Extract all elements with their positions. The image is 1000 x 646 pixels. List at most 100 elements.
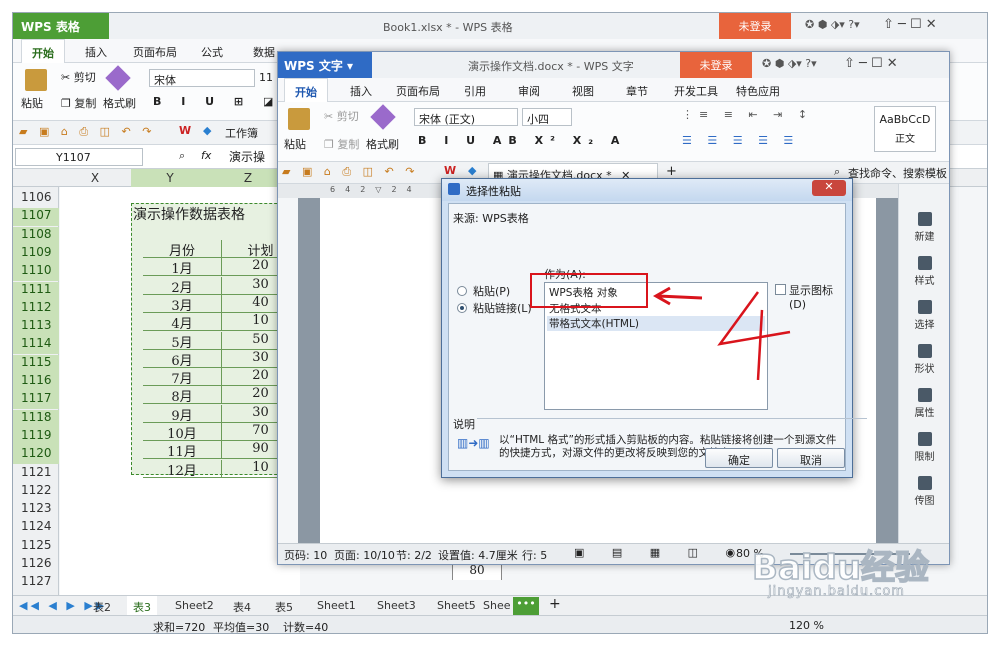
writer-font-style-buttons[interactable]: B I U AB X² X₂ A	[418, 134, 626, 147]
header-month[interactable]: 月份	[143, 240, 221, 259]
paste-button[interactable]: 粘贴	[21, 95, 43, 111]
cell-month[interactable]: 2月	[143, 277, 221, 296]
more-sheets-button[interactable]: •••	[513, 597, 539, 615]
zoom-formula-icon[interactable]: ⌕	[179, 149, 185, 163]
sidebar-button[interactable]: 形状	[899, 344, 950, 375]
cell-month[interactable]: 11月	[143, 441, 221, 460]
cut-button[interactable]: ✂ 剪切	[61, 69, 96, 85]
paragraph-align-buttons[interactable]: ☰ ☰ ☰ ☰ ☰	[682, 134, 799, 147]
sidebar-button[interactable]: 新建	[899, 212, 950, 243]
paste-link-radio[interactable]	[457, 303, 467, 313]
writer-format-painter-icon[interactable]	[370, 104, 396, 130]
row-header[interactable]: 1123	[13, 501, 59, 519]
row-header[interactable]: 1118	[13, 409, 59, 428]
wps-icon[interactable]: W	[179, 124, 191, 137]
sheet-tab[interactable]: Sheet3	[377, 599, 416, 612]
writer-paste-button[interactable]: 粘贴	[284, 136, 306, 152]
writer-login-button[interactable]: 未登录	[680, 52, 752, 78]
row-header[interactable]: 1122	[13, 483, 59, 501]
cell-month[interactable]: 10月	[143, 423, 221, 442]
font-select[interactable]: 宋体	[149, 69, 255, 87]
row-header[interactable]: 1119	[13, 427, 59, 446]
tab-data[interactable]: 数据	[253, 44, 275, 60]
row-header[interactable]: 1110	[13, 263, 59, 282]
list-buttons[interactable]: ⋮≡ ≡ ⇤ ⇥ ↕	[682, 108, 813, 121]
sheet-tab[interactable]: Sheet2	[175, 599, 214, 612]
writer-tab-page-layout[interactable]: 页面布局	[396, 83, 440, 99]
sheet-tab[interactable]: Sheet5	[437, 599, 476, 612]
writer-tab-chapter[interactable]: 章节	[626, 83, 648, 99]
sheet-tab[interactable]: Sheet1	[317, 599, 356, 612]
row-header[interactable]: 1106	[13, 190, 59, 208]
row-header[interactable]: 1121	[13, 465, 59, 483]
writer-tab-developer[interactable]: 开发工具	[674, 83, 718, 99]
writer-copy-button[interactable]: ❐ 复制	[324, 136, 359, 152]
row-header[interactable]: 1125	[13, 538, 59, 556]
writer-cut-button[interactable]: ✂ 剪切	[324, 108, 359, 124]
writer-cube-icon[interactable]: ◆	[468, 164, 476, 177]
cell-month[interactable]: 5月	[143, 332, 221, 351]
writer-window-controls[interactable]: ⇧ ─ ☐ ✕	[844, 56, 898, 71]
ok-button[interactable]: 确定	[705, 448, 773, 468]
writer-wps-icon[interactable]: W	[444, 164, 456, 177]
sidebar-button[interactable]: 样式	[899, 256, 950, 287]
cell-month[interactable]: 8月	[143, 386, 221, 405]
writer-paste-icon[interactable]	[288, 108, 310, 130]
add-sheet-button[interactable]: +	[549, 596, 561, 612]
row-header[interactable]: 1115	[13, 354, 59, 373]
column-header-z[interactable]: Z	[209, 169, 287, 187]
sidebar-button[interactable]: 传图	[899, 476, 950, 507]
writer-tab-features[interactable]: 特色应用	[736, 83, 780, 99]
workbook-label[interactable]: 工作簿	[225, 125, 258, 141]
row-header[interactable]: 1112	[13, 299, 59, 318]
format-painter-icon[interactable]	[105, 65, 131, 91]
new-tab-button[interactable]: +	[666, 164, 677, 179]
status-zoom[interactable]: 120 %	[789, 619, 824, 632]
row-header[interactable]: 1120	[13, 446, 59, 465]
name-box[interactable]: Y1107	[15, 148, 143, 166]
tab-home[interactable]: 开始	[21, 39, 65, 63]
row-header[interactable]: 1113	[13, 318, 59, 337]
font-size-select[interactable]: 11	[257, 69, 277, 87]
row-header[interactable]: 1127	[13, 574, 59, 592]
format-painter-button[interactable]: 格式刷	[103, 95, 136, 111]
quick-access-icons[interactable]: ▰ ▣ ⌂ ⎙ ◫ ↶ ↷	[19, 125, 155, 139]
row-header[interactable]: 1116	[13, 373, 59, 391]
row-header[interactable]: 1124	[13, 519, 59, 537]
row-header[interactable]: 1111	[13, 281, 59, 300]
fx-button[interactable]: fx	[201, 149, 211, 162]
dialog-title-bar[interactable]: 选择性粘贴	[442, 179, 852, 201]
cell-month[interactable]: 1月	[143, 258, 221, 277]
row-header[interactable]: 1109	[13, 244, 59, 263]
paste-radio[interactable]	[457, 286, 467, 296]
sidebar-button[interactable]: 属性	[899, 388, 950, 419]
cell-month[interactable]: 4月	[143, 313, 221, 332]
writer-tab-home[interactable]: 开始	[284, 78, 328, 102]
cell-month[interactable]: 12月	[143, 460, 221, 479]
cell-month[interactable]: 7月	[143, 368, 221, 387]
view-mode-buttons[interactable]: ▣ ▤ ▦ ◫ ◉	[574, 546, 747, 559]
writer-tab-review[interactable]: 审阅	[518, 83, 540, 99]
writer-skin-icon[interactable]: ✪ ⬢ ⬗▾ ?▾	[762, 57, 817, 70]
window-controls[interactable]: ⇧ ─ ☐ ✕	[883, 17, 937, 32]
cell-month[interactable]: 6月	[143, 350, 221, 369]
writer-format-painter-button[interactable]: 格式刷	[366, 136, 399, 152]
sheet-tab[interactable]: 表2	[93, 599, 111, 615]
writer-tab-references[interactable]: 引用	[464, 83, 486, 99]
skin-icon[interactable]: ✪ ⬢ ⬗▾ ?▾	[805, 18, 860, 31]
column-header-x[interactable]: X	[60, 171, 130, 185]
tab-formula[interactable]: 公式	[201, 44, 223, 60]
sheet-tab[interactable]: Shee	[483, 599, 511, 612]
dialog-close-button[interactable]: ✕	[812, 180, 846, 196]
writer-quick-access-icons[interactable]: ▰ ▣ ⌂ ⎙ ◫ ↶ ↷	[282, 165, 418, 179]
login-button[interactable]: 未登录	[719, 13, 791, 39]
table-title-cell[interactable]: 演示操作数据表格	[131, 204, 287, 224]
row-header[interactable]: 1117	[13, 391, 59, 410]
paste-radio-label[interactable]: 粘贴(P)	[473, 283, 510, 299]
row-header[interactable]: 1126	[13, 556, 59, 574]
row-header[interactable]: 1108	[13, 226, 59, 245]
row-header[interactable]: 1107	[13, 208, 59, 227]
command-search-input[interactable]: 查找命令、搜索模板	[848, 165, 948, 181]
cell-month[interactable]: 3月	[143, 295, 221, 314]
app-menu-button[interactable]: WPS 表格	[13, 13, 109, 39]
